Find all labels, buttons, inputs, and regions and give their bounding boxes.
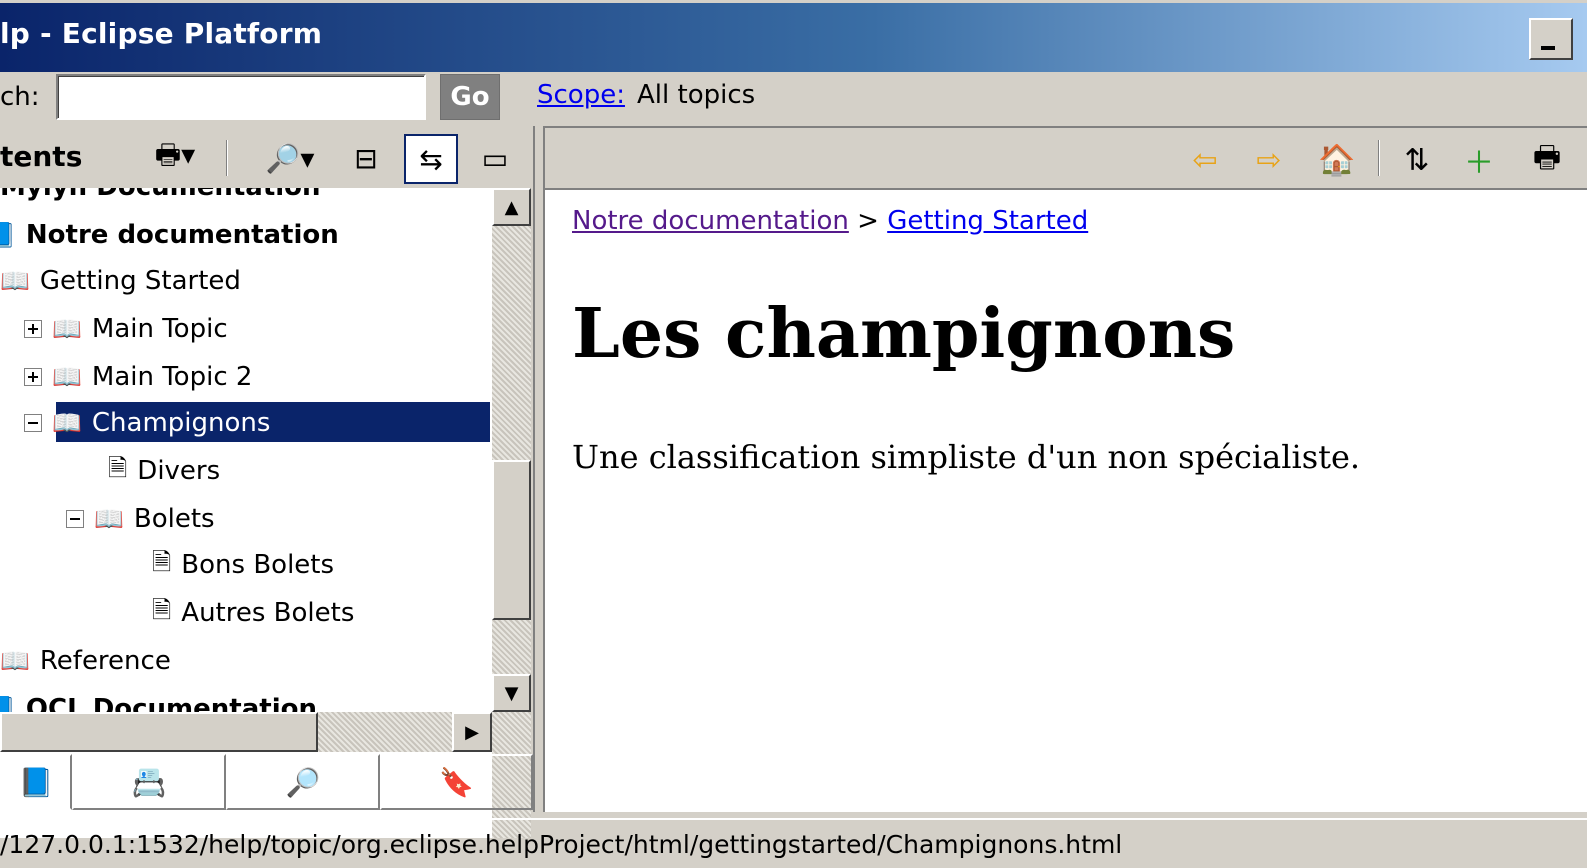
tree-item-bons-bolets[interactable]: 🗎 Bons Bolets	[152, 544, 334, 586]
content-pane: ⇦ ⇨ 🏠 ⇅ ＋ 🖶 Notre documentation > Gettin…	[543, 126, 1587, 812]
breadcrumb-link-getting-started[interactable]: Getting Started	[887, 206, 1088, 236]
forward-arrow-icon[interactable]: ⇨	[1247, 140, 1291, 180]
print-icon[interactable]: 🖶▾	[140, 136, 210, 180]
book-icon: 📖	[52, 363, 82, 391]
tree-item-divers[interactable]: 🗎 Divers	[108, 450, 220, 492]
print-page-icon[interactable]: 🖶	[1525, 140, 1569, 180]
tab-index[interactable]: 📇	[72, 754, 226, 810]
expand-icon[interactable]	[24, 368, 42, 386]
scope-link[interactable]: Scope:	[537, 80, 625, 110]
horizontal-scroll-thumb[interactable]	[0, 712, 318, 752]
search-label: ch:	[0, 82, 40, 112]
bookmark-add-icon[interactable]: ＋	[1457, 140, 1501, 181]
window-title: lp - Eclipse Platform	[0, 17, 323, 50]
page-title: Les champignons	[572, 294, 1236, 374]
tree-item-truncated[interactable]: Mylyn Documentation	[0, 188, 321, 208]
tree-item-label: Champignons	[91, 408, 271, 438]
book-icon: 📖	[0, 267, 30, 295]
tree-item-notre-documentation[interactable]: 📘 Notre documentation	[0, 214, 339, 256]
expand-icon[interactable]	[24, 320, 42, 338]
contents-title: tents	[0, 140, 83, 173]
page-description: Une classification simpliste d'un non sp…	[572, 438, 1361, 476]
go-button[interactable]: Go	[440, 74, 500, 120]
tree-item-label: Notre documentation	[25, 220, 339, 250]
tree-item-label: Bons Bolets	[181, 550, 335, 580]
tree-item-main-topic[interactable]: 📖 Main Topic	[24, 308, 228, 350]
scroll-right-button[interactable]: ▶	[452, 712, 492, 752]
minimize-button[interactable]	[1529, 18, 1573, 60]
book-edit-icon: 📖	[52, 409, 82, 437]
page-icon: 🗎	[152, 547, 172, 576]
tree-item-label: Getting Started	[39, 266, 241, 296]
collapse-all-icon[interactable]: ⊟	[346, 136, 386, 180]
status-bar: /127.0.0.1:1532/help/topic/org.eclipse.h…	[0, 818, 1587, 868]
search-tools-icon[interactable]: 🔎▾	[252, 136, 328, 180]
horizontal-scrollbar[interactable]: ▶	[0, 712, 492, 752]
page-icon: 🗎	[152, 595, 172, 624]
tree-item-label: Main Topic	[91, 314, 228, 344]
contents-pane: tents 🖶▾ 🔎▾ ⊟ ⇆ ▭ Mylyn Documentation 📘 …	[0, 126, 535, 838]
home-icon[interactable]: 🏠	[1315, 140, 1359, 180]
contents-toolbar: tents 🖶▾ 🔎▾ ⊟ ⇆ ▭	[0, 126, 533, 188]
toolbar-separator	[226, 140, 228, 176]
breadcrumb: Notre documentation > Getting Started	[572, 206, 1088, 236]
sync-toc-icon[interactable]: ⇅	[1395, 140, 1439, 180]
tree-item-getting-started[interactable]: 📖 Getting Started	[0, 260, 241, 302]
tab-bookmarks[interactable]: 🔖	[380, 754, 533, 810]
tree-item-label: Reference	[39, 646, 171, 676]
tree-item-label: Divers	[137, 456, 221, 486]
scroll-down-button[interactable]: ▼	[492, 674, 531, 712]
collapse-icon[interactable]	[66, 510, 84, 528]
maximize-icon[interactable]: ▭	[476, 136, 514, 180]
tree-item-label: Autres Bolets	[181, 598, 355, 628]
status-url: /127.0.0.1:1532/help/topic/org.eclipse.h…	[0, 830, 1123, 859]
tree-item-champignons[interactable]: 📖 Champignons	[24, 402, 270, 444]
vertical-scrollbar[interactable]: ▲ ▼	[492, 188, 531, 838]
book-icon: 📘	[0, 221, 16, 249]
book-edit-icon: 📖	[94, 505, 124, 533]
tree-item-main-topic-2[interactable]: 📖 Main Topic 2	[24, 356, 252, 398]
title-bar: lp - Eclipse Platform	[0, 0, 1587, 72]
tree-item-label: Bolets	[133, 504, 215, 534]
tree-item-autres-bolets[interactable]: 🗎 Autres Bolets	[152, 592, 354, 634]
toolbar-separator	[1378, 140, 1380, 176]
navigation-tabs: 📘 📇 🔎 🔖	[0, 754, 533, 810]
content-toolbar: ⇦ ⇨ 🏠 ⇅ ＋ 🖶	[545, 128, 1587, 190]
tree-item-reference[interactable]: 📖 Reference	[0, 640, 171, 682]
book-edit-icon: 📖	[52, 315, 82, 343]
tree-item-label: Mylyn Documentation	[0, 188, 321, 202]
book-icon: 📖	[0, 647, 30, 675]
tree-item-label: Main Topic 2	[91, 362, 253, 392]
document-view: Notre documentation > Getting Started Le…	[545, 190, 1587, 812]
scope-value: All topics	[637, 80, 756, 110]
breadcrumb-link-notre-documentation[interactable]: Notre documentation	[572, 206, 849, 236]
collapse-icon[interactable]	[24, 414, 42, 432]
breadcrumb-separator: >	[848, 206, 888, 236]
tab-search-results[interactable]: 🔎	[226, 754, 380, 810]
tree-item-bolets[interactable]: 📖 Bolets	[66, 498, 215, 540]
page-icon: 🗎	[108, 453, 128, 482]
tab-contents[interactable]: 📘	[0, 754, 72, 810]
link-with-contents-icon[interactable]: ⇆	[404, 134, 458, 184]
back-arrow-icon[interactable]: ⇦	[1183, 140, 1227, 180]
search-bar: ch: Go Scope: All topics	[0, 72, 1587, 126]
scroll-thumb[interactable]	[492, 460, 531, 620]
scroll-up-button[interactable]: ▲	[492, 188, 531, 226]
search-input[interactable]	[56, 74, 426, 120]
